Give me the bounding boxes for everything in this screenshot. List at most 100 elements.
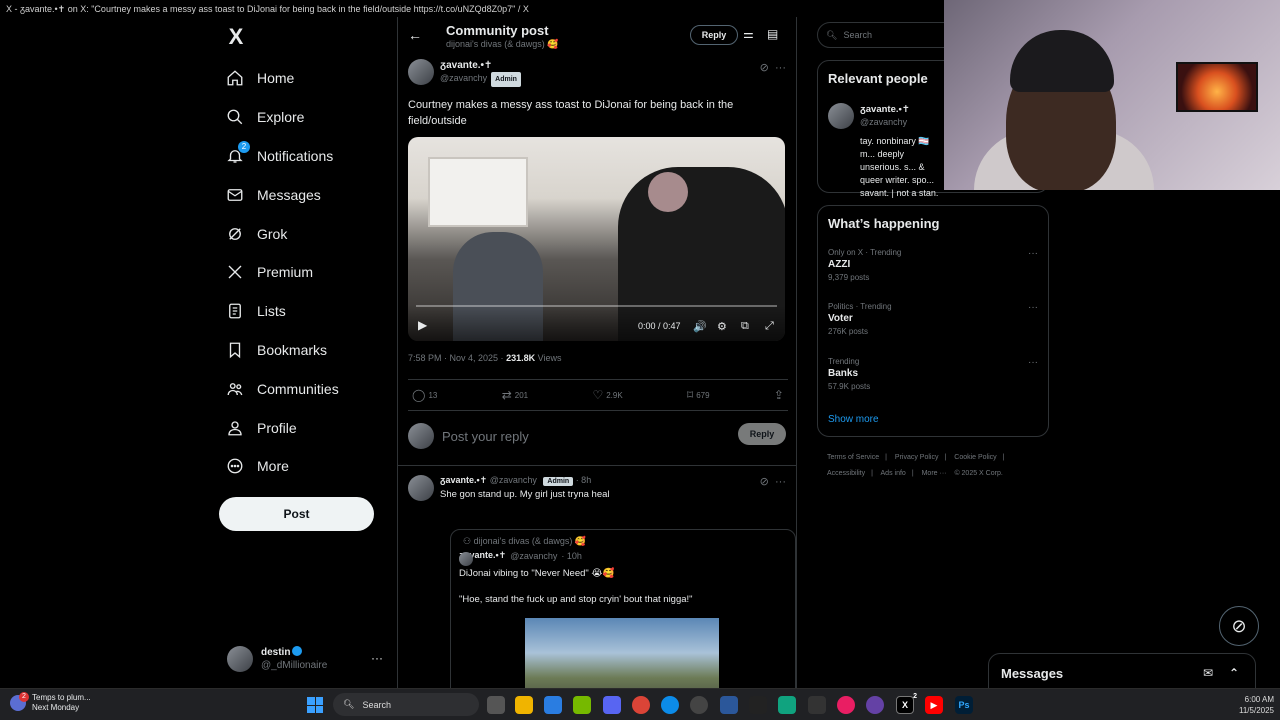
nav-lists[interactable]: Lists	[219, 292, 389, 331]
quote-image[interactable]	[525, 618, 719, 688]
back-arrow-icon[interactable]: ←	[408, 27, 422, 43]
discord-icon[interactable]	[603, 696, 621, 714]
grok-icon[interactable]: ⊘	[760, 476, 769, 488]
post-timestamp[interactable]: 7:58 PM · Nov 4, 2025 ·	[408, 353, 504, 363]
windows-start-icon[interactable]	[307, 697, 323, 713]
word-icon[interactable]	[720, 696, 738, 714]
weather-subtitle: Next Monday	[32, 703, 80, 712]
reply-options[interactable]: ⊘ ···	[760, 475, 786, 488]
bookmark-action[interactable]: ⌑ 679	[687, 388, 710, 402]
footer-link[interactable]: Terms of Service	[827, 454, 879, 461]
divider	[398, 465, 796, 466]
reply-composer: Post your reply Reply	[408, 411, 788, 461]
settings-gear-icon[interactable]: ⚙	[717, 320, 727, 333]
post-handle[interactable]: @zavanchy	[440, 73, 487, 83]
youtube-icon[interactable]: ▶	[925, 696, 943, 714]
media-player-icon[interactable]	[837, 696, 855, 714]
x-logo[interactable]: X	[219, 20, 253, 54]
quoted-post[interactable]: ⚇ dijonai's divas (& dawgs) 🥰 ᵹavante.•✝…	[450, 529, 796, 688]
more-icon[interactable]: ···	[1028, 248, 1038, 259]
avatar[interactable]	[408, 59, 434, 85]
post-options[interactable]: ⊘ ···	[760, 61, 786, 74]
volume-icon[interactable]: 🔊	[693, 320, 707, 333]
more-icon[interactable]: ···	[1028, 357, 1038, 368]
reply-submit-button[interactable]: Reply	[738, 423, 786, 445]
more-icon[interactable]: ···	[1028, 302, 1038, 313]
relevant-person-handle[interactable]: @zavanchy	[860, 116, 910, 129]
photoshop-icon[interactable]: Ps	[955, 696, 973, 714]
search-input[interactable]: 🔍︎ Search	[817, 22, 957, 48]
task-view-icon[interactable]	[487, 696, 505, 714]
trend-item[interactable]: Only on X · Trending AZZI 9,379 posts ··…	[828, 248, 1038, 282]
nav-grok[interactable]: Grok	[219, 214, 389, 253]
nav-notifications[interactable]: 2 Notifications	[219, 137, 389, 176]
taskbar-search[interactable]: 🔍︎ Search	[333, 693, 479, 716]
video-player[interactable]: ▶ 0:00 / 0:47 🔊 ⚙ ⧉ ⤢	[408, 137, 785, 341]
reply-handle[interactable]: @zavanchy	[490, 475, 537, 485]
fullscreen-icon[interactable]: ⤢	[765, 320, 774, 333]
app-icon[interactable]	[808, 696, 826, 714]
nav-more[interactable]: More	[219, 447, 389, 486]
nav-communities[interactable]: Communities	[219, 369, 389, 408]
chatgpt-icon[interactable]	[778, 696, 796, 714]
trend-item[interactable]: Trending Banks 57.9K posts ···	[828, 357, 1038, 391]
footer-link[interactable]: Privacy Policy	[895, 454, 939, 461]
x-app-icon[interactable]: X2	[896, 693, 917, 714]
footer-link[interactable]: Cookie Policy	[954, 454, 996, 461]
trend-item[interactable]: Politics · Trending Voter 276K posts ···	[828, 302, 1038, 336]
relevant-person[interactable]: ᵹavante.•✝ @zavanchy	[828, 103, 910, 129]
grok-icon[interactable]: ⊘	[760, 62, 769, 74]
footer-link[interactable]: More ···	[922, 470, 947, 477]
sliders-icon[interactable]: ⚌	[743, 27, 754, 41]
more-icon[interactable]: ···	[775, 62, 786, 74]
chrome-icon[interactable]	[632, 696, 650, 714]
nav-profile[interactable]: Profile	[219, 408, 389, 447]
footer-link[interactable]: Accessibility	[827, 470, 865, 477]
obs-icon[interactable]	[690, 696, 708, 714]
pip-icon[interactable]: ⧉	[741, 320, 749, 333]
footer-link[interactable]: Ads info	[881, 470, 906, 477]
reply-author[interactable]: ᵹavante.•✝	[440, 475, 487, 485]
more-icon[interactable]: ···	[775, 476, 786, 488]
nav-explore[interactable]: Explore	[219, 98, 389, 137]
reply-time[interactable]: · 8h	[576, 475, 592, 485]
repost-action[interactable]: ⇄ 201	[502, 388, 528, 402]
post-author[interactable]: ᵹavante.•✝	[440, 59, 521, 72]
avatar[interactable]	[408, 475, 434, 501]
reader-icon[interactable]: ▤	[767, 27, 778, 41]
nav-messages[interactable]: Messages	[219, 175, 389, 214]
page-title: Community post	[446, 23, 549, 38]
nav-bookmarks[interactable]: Bookmarks	[219, 331, 389, 370]
nav-premium[interactable]: Premium	[219, 253, 389, 292]
capcut-icon[interactable]	[749, 696, 767, 714]
post-button[interactable]: Post	[219, 497, 374, 531]
weather-widget[interactable]: 2 Temps to plum... Next Monday	[10, 692, 91, 713]
nav-home[interactable]: Home	[219, 59, 389, 98]
avatar[interactable]	[828, 103, 854, 129]
messages-drawer[interactable]: Messages ✉ ⌃	[988, 653, 1256, 693]
comment-icon: ◯	[412, 388, 426, 402]
system-clock[interactable]: 6:00 AM 11/5/2025	[1222, 694, 1274, 716]
share-action[interactable]: ⇪	[774, 388, 784, 402]
chevron-up-icon[interactable]: ⌃	[1229, 666, 1239, 680]
video-progress-bar[interactable]	[416, 305, 777, 307]
more-icon[interactable]: ···	[371, 651, 383, 665]
window-title: X - ᵹavante.•✝ on X: "Courtney makes a m…	[6, 4, 529, 14]
mail-icon	[225, 185, 245, 205]
show-more-link[interactable]: Show more	[828, 414, 879, 425]
like-action[interactable]: ♡ 2.9K	[592, 388, 622, 402]
grok-floating-button[interactable]: ⊘	[1219, 606, 1259, 646]
edge-icon[interactable]	[661, 696, 679, 714]
account-switcher[interactable]: destin @_dMillionaire ···	[227, 643, 387, 675]
new-message-icon[interactable]: ✉	[1203, 666, 1213, 680]
relevant-person-name[interactable]: ᵹavante.•✝	[860, 103, 910, 116]
play-icon[interactable]: ▶	[418, 318, 427, 332]
file-explorer-icon[interactable]	[515, 696, 533, 714]
nvidia-icon[interactable]	[573, 696, 591, 714]
header-reply-button[interactable]: Reply	[690, 25, 738, 45]
notepad-icon[interactable]	[544, 696, 562, 714]
reply-action[interactable]: ◯ 13	[412, 388, 437, 402]
app-icon[interactable]	[866, 696, 884, 714]
community-name[interactable]: dijonai's divas (& dawgs) 🥰	[446, 39, 558, 50]
reply-input[interactable]: Post your reply	[442, 429, 529, 444]
